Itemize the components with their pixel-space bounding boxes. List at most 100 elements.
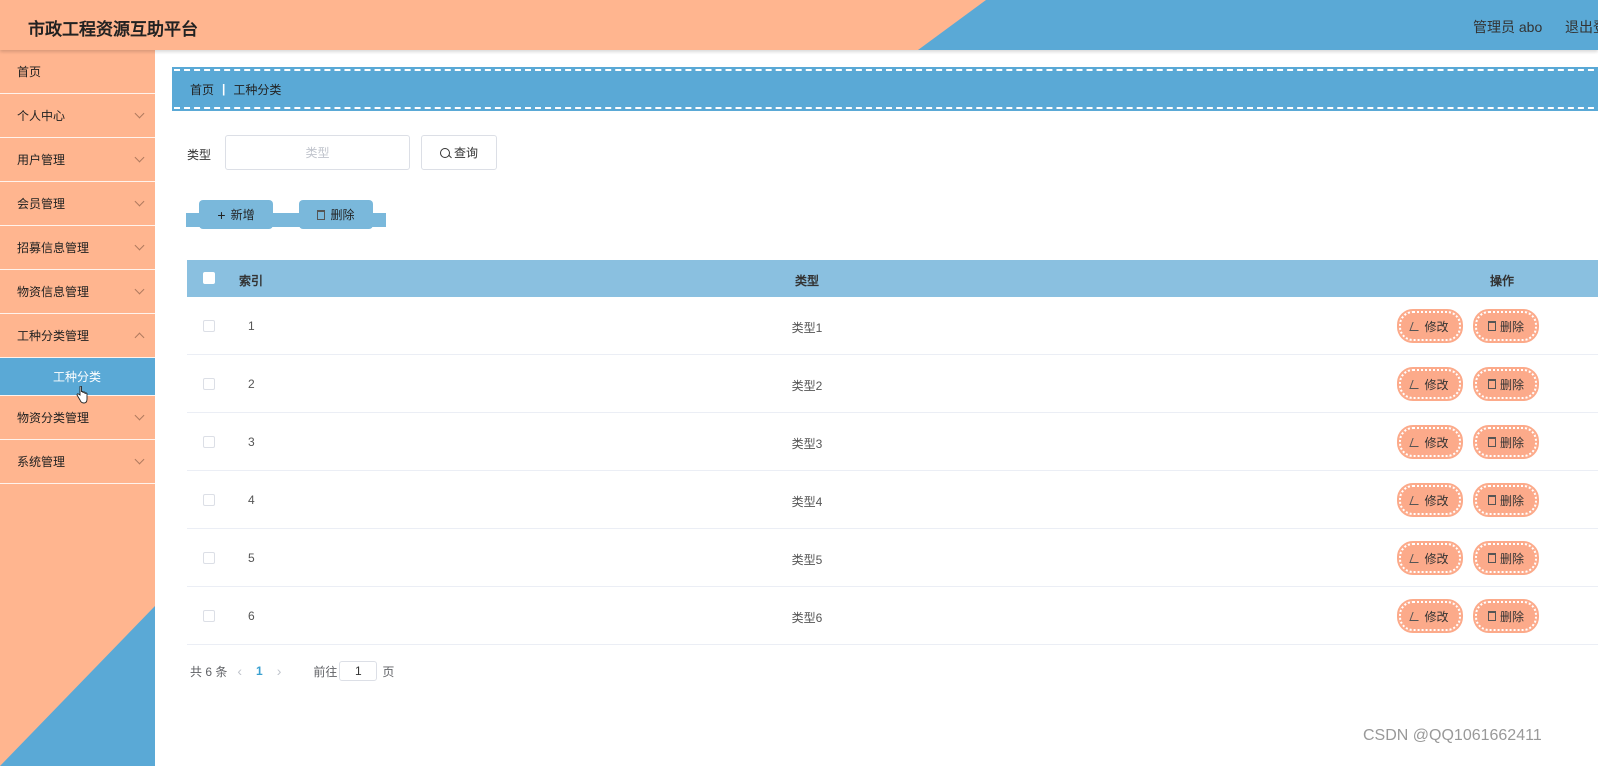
header-peach-panel — [0, 0, 986, 50]
sidebar-item-system[interactable]: 系统管理 — [0, 440, 155, 484]
chevron-down-icon — [134, 196, 145, 207]
prev-page-icon[interactable]: ‹ — [237, 663, 242, 679]
pagination: 共 6 条 ‹ 1 › 前往 页 — [190, 661, 394, 681]
edit-button[interactable]: 修改 — [1397, 599, 1463, 633]
sidebar-item-members[interactable]: 会员管理 — [0, 182, 155, 226]
chevron-down-icon — [134, 108, 145, 119]
row-index: 2 — [248, 377, 255, 391]
row-type: 类型4 — [791, 495, 823, 509]
table-row: 1 类型1 修改 删除 — [187, 297, 1598, 355]
page-number[interactable]: 1 — [256, 664, 263, 678]
app-title: 市政工程资源互助平台 — [28, 20, 198, 39]
chevron-down-icon — [134, 240, 145, 251]
row-type: 类型2 — [791, 379, 823, 393]
top-header: 市政工程资源互助平台 管理员 abo 退出登录 — [0, 0, 1598, 50]
watermark: CSDN @QQ1061662411 — [1363, 727, 1542, 744]
sidebar-item-materials[interactable]: 物资信息管理 — [0, 270, 155, 314]
table-body: 1 类型1 修改 删除 2 类型2 修改 删除 3 类型3 修改 删除 4 类型4 修改 删除 5 类型5 修改 删除… — [187, 297, 1598, 645]
chevron-up-icon — [134, 332, 145, 343]
search-icon — [439, 147, 450, 158]
sidebar-item-profile[interactable]: 个人中心 — [0, 94, 155, 138]
trash-icon — [1487, 321, 1496, 331]
next-page-icon[interactable]: › — [277, 663, 282, 679]
search-type-input[interactable] — [225, 135, 410, 170]
select-all-checkbox[interactable] — [203, 272, 215, 284]
current-user: 管理员 abo — [1473, 19, 1543, 35]
edit-button[interactable]: 修改 — [1397, 425, 1463, 459]
header-index: 索引 — [239, 274, 264, 288]
edit-button[interactable]: 修改 — [1397, 541, 1463, 575]
sidebar-item-recruitment[interactable]: 招募信息管理 — [0, 226, 155, 270]
breadcrumb-separator: | — [222, 82, 226, 96]
search-type-label: 类型 — [187, 148, 212, 162]
goto-page-input[interactable] — [339, 661, 378, 681]
sidebar-menu: 首页 个人中心 用户管理 会员管理 招募信息管理 物资信息管理 工种分类管理 工… — [0, 50, 155, 484]
worktype-table: 索引 类型 操作 1 类型1 修改 删除 2 类型2 修改 删除 3 类型3 修改 删除 4 类型4 修改删… — [187, 260, 1598, 645]
search-button[interactable]: 查询 — [421, 135, 497, 170]
row-checkbox[interactable] — [203, 494, 215, 506]
delete-button[interactable]: 删除 — [1473, 425, 1539, 459]
sidebar-item-worktype-mgmt[interactable]: 工种分类管理 — [0, 314, 155, 358]
table-row: 4 类型4 修改 删除 — [187, 471, 1598, 529]
row-checkbox[interactable] — [203, 610, 215, 622]
trash-icon — [1487, 611, 1496, 621]
edit-pen-icon — [1409, 611, 1423, 621]
logout-link[interactable]: 退出登录 — [1565, 17, 1598, 37]
trash-icon — [1487, 379, 1496, 389]
hand-cursor-icon — [76, 386, 88, 404]
row-type: 类型6 — [791, 611, 823, 625]
delete-button[interactable]: 删除 — [1473, 367, 1539, 401]
table-row: 2 类型2 修改 删除 — [187, 355, 1598, 413]
goto-label: 前往 — [313, 664, 338, 679]
edit-pen-icon — [1409, 379, 1423, 389]
edit-pen-icon — [1409, 553, 1423, 563]
edit-pen-icon — [1409, 437, 1423, 447]
row-index: 3 — [248, 435, 255, 449]
chevron-down-icon — [134, 410, 145, 421]
table-header: 索引 类型 操作 — [187, 260, 1598, 297]
edit-pen-icon — [1409, 321, 1423, 331]
plus-icon: + — [217, 206, 226, 223]
row-type: 类型3 — [791, 437, 823, 451]
delete-button[interactable]: 删除 — [1473, 599, 1539, 633]
edit-button[interactable]: 修改 — [1397, 309, 1463, 343]
row-checkbox[interactable] — [203, 378, 215, 390]
row-type: 类型5 — [791, 553, 823, 567]
row-type: 类型1 — [791, 321, 823, 335]
trash-icon — [317, 209, 326, 220]
chevron-down-icon — [134, 284, 145, 295]
breadcrumb: 首页 | 工种分类 — [172, 67, 1598, 111]
delete-button[interactable]: 删除 — [1473, 483, 1539, 517]
row-index: 1 — [248, 319, 255, 333]
row-checkbox[interactable] — [203, 436, 215, 448]
sidebar: 首页 个人中心 用户管理 会员管理 招募信息管理 物资信息管理 工种分类管理 工… — [0, 50, 155, 766]
row-checkbox[interactable] — [203, 320, 215, 332]
edit-button[interactable]: 修改 — [1397, 367, 1463, 401]
edit-pen-icon — [1409, 495, 1423, 505]
edit-button[interactable]: 修改 — [1397, 483, 1463, 517]
table-row: 6 类型6 修改 删除 — [187, 587, 1598, 645]
row-index: 5 — [248, 551, 255, 565]
delete-button[interactable]: 删除 — [1473, 309, 1539, 343]
header-type: 类型 — [794, 274, 819, 288]
breadcrumb-home[interactable]: 首页 — [190, 81, 214, 98]
table-row: 3 类型3 修改 删除 — [187, 413, 1598, 471]
trash-icon — [1487, 495, 1496, 505]
trash-icon — [1487, 437, 1496, 447]
trash-icon — [1487, 553, 1496, 563]
row-index: 4 — [248, 493, 255, 507]
row-index: 6 — [248, 609, 255, 623]
delete-button[interactable]: 删除 — [1473, 541, 1539, 575]
sidebar-item-users[interactable]: 用户管理 — [0, 138, 155, 182]
chevron-down-icon — [134, 454, 145, 465]
table-row: 5 类型5 修改 删除 — [187, 529, 1598, 587]
row-checkbox[interactable] — [203, 552, 215, 564]
chevron-down-icon — [134, 152, 145, 163]
batch-delete-button[interactable]: 删除 — [299, 200, 373, 229]
sidebar-item-home[interactable]: 首页 — [0, 50, 155, 94]
pagination-total: 共 6 条 — [190, 664, 228, 679]
goto-suffix: 页 — [382, 664, 395, 679]
add-button[interactable]: + 新增 — [199, 200, 273, 229]
header-operation: 操作 — [1489, 274, 1514, 288]
breadcrumb-current: 工种分类 — [233, 82, 282, 97]
